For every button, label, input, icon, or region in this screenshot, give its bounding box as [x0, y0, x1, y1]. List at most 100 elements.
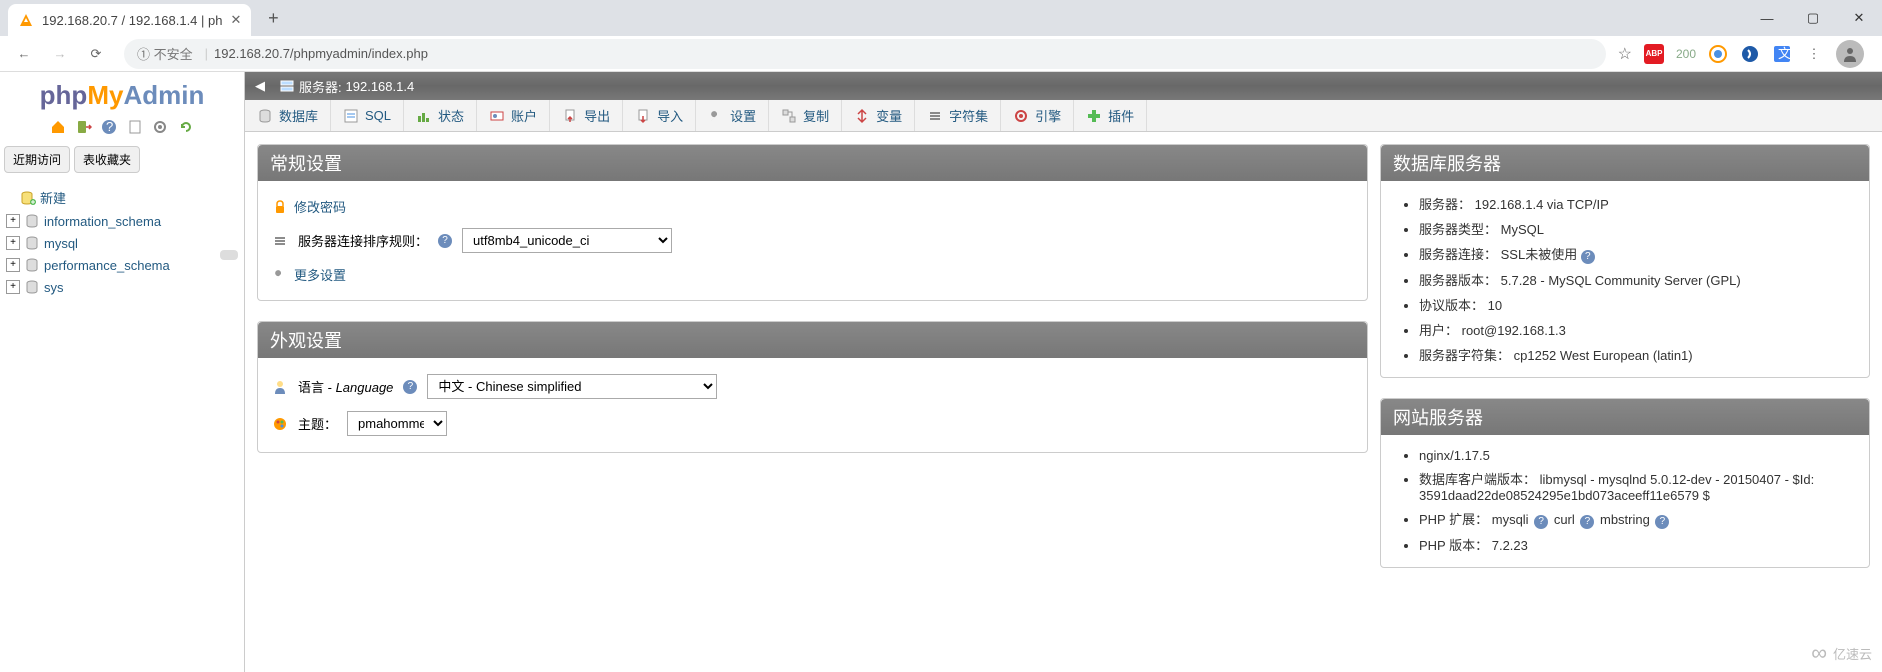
logout-icon[interactable] — [75, 119, 93, 137]
menu-replication[interactable]: 复制 — [769, 100, 842, 131]
db-item-information-schema[interactable]: + information_schema — [6, 210, 238, 232]
security-badge: ① 不安全 — [137, 44, 193, 63]
panel-heading: 外观设置 — [258, 322, 1367, 358]
general-settings-panel: 常规设置 修改密码 服务器连接排序规则： ? utf8mb4_unicode_c… — [257, 144, 1368, 301]
list-item: 服务器类型： MySQL — [1419, 216, 1855, 241]
adblock-icon[interactable]: ABP — [1644, 44, 1664, 64]
collation-select[interactable]: utf8mb4_unicode_ci — [462, 228, 672, 253]
menu-icon[interactable]: ⋮ — [1804, 44, 1824, 64]
menu-sql[interactable]: SQL — [331, 100, 404, 131]
home-icon[interactable] — [49, 119, 67, 137]
engine-icon — [1013, 108, 1029, 124]
panel-heading: 数据库服务器 — [1381, 145, 1869, 181]
list-item: 数据库客户端版本： libmysql - mysqlnd 5.0.12-dev … — [1419, 466, 1855, 506]
extension-count[interactable]: 200 — [1676, 44, 1696, 64]
tab-title: 192.168.20.7 / 192.168.1.4 | ph — [42, 13, 222, 28]
extension-icon-2[interactable] — [1740, 44, 1760, 64]
collation-row: 服务器连接排序规则： ? utf8mb4_unicode_ci — [272, 222, 1353, 259]
collation-icon — [272, 233, 288, 249]
db-item-sys[interactable]: + sys — [6, 276, 238, 298]
list-item: PHP 扩展： mysqli ? curl ? mbstring ? — [1419, 506, 1855, 532]
sql-docs-icon[interactable] — [126, 119, 144, 137]
docs-icon[interactable]: ? — [100, 119, 118, 137]
menu-charsets[interactable]: 字符集 — [915, 100, 1001, 131]
more-settings-link[interactable]: 更多设置 — [272, 259, 1353, 290]
list-item: PHP 版本： 7.2.23 — [1419, 532, 1855, 557]
main-content: ◀ 服务器: 192.168.1.4 数据库 SQL 状态 账户 导出 导入 设… — [245, 72, 1882, 672]
browser-chrome: 192.168.20.7 / 192.168.1.4 | ph ✕ + ― ▢ … — [0, 0, 1882, 72]
theme-select[interactable]: pmahomme — [347, 411, 447, 436]
theme-icon — [272, 416, 288, 432]
bookmark-icon[interactable]: ☆ — [1618, 44, 1632, 64]
logo[interactable]: phpMyAdmin — [0, 72, 244, 115]
menu-settings[interactable]: 设置 — [696, 100, 769, 131]
help-icon[interactable]: ? — [438, 234, 452, 248]
watermark: ∞ 亿速云 — [1811, 640, 1872, 666]
expand-icon[interactable]: + — [6, 280, 20, 294]
settings-icon[interactable] — [151, 119, 169, 137]
database-icon — [24, 213, 40, 229]
translate-icon[interactable]: 文 — [1772, 44, 1792, 64]
help-icon[interactable]: ? — [1581, 250, 1595, 264]
top-menu: 数据库 SQL 状态 账户 导出 导入 设置 复制 变量 字符集 引擎 插件 — [245, 100, 1882, 132]
list-item: 用户： root@192.168.1.3 — [1419, 317, 1855, 342]
collapse-sidebar-icon[interactable] — [220, 250, 238, 260]
maximize-button[interactable]: ▢ — [1790, 2, 1836, 34]
list-item: 服务器字符集： cp1252 West European (latin1) — [1419, 342, 1855, 367]
database-icon — [24, 257, 40, 273]
breadcrumb: ◀ 服务器: 192.168.1.4 — [245, 72, 1882, 100]
expand-crumb-icon[interactable]: ◀ — [255, 78, 273, 94]
new-tab-button[interactable]: + — [259, 4, 287, 32]
breadcrumb-server-link[interactable]: 192.168.1.4 — [346, 79, 415, 94]
help-icon[interactable]: ? — [1655, 515, 1669, 529]
expand-icon[interactable]: + — [6, 236, 20, 250]
tab-recent[interactable]: 近期访问 — [4, 146, 70, 173]
tab-bar: 192.168.20.7 / 192.168.1.4 | ph ✕ + ― ▢ … — [0, 0, 1882, 36]
list-item: 服务器连接： SSL未被使用 ? — [1419, 241, 1855, 267]
menu-variables[interactable]: 变量 — [842, 100, 915, 131]
extension-icon-1[interactable] — [1708, 44, 1728, 64]
panel-heading: 网站服务器 — [1381, 399, 1869, 435]
sql-icon — [343, 108, 359, 124]
database-icon — [24, 235, 40, 251]
menu-import[interactable]: 导入 — [623, 100, 696, 131]
menu-engines[interactable]: 引擎 — [1001, 100, 1074, 131]
db-item-mysql[interactable]: + mysql — [6, 232, 238, 254]
right-column: 数据库服务器 服务器： 192.168.1.4 via TCP/IP服务器类型：… — [1380, 144, 1870, 568]
menu-users[interactable]: 账户 — [477, 100, 550, 131]
language-select[interactable]: 中文 - Chinese simplified — [427, 374, 717, 399]
menu-databases[interactable]: 数据库 — [245, 100, 331, 131]
close-icon[interactable]: ✕ — [230, 12, 241, 28]
left-column: 常规设置 修改密码 服务器连接排序规则： ? utf8mb4_unicode_c… — [257, 144, 1368, 568]
import-icon — [635, 108, 651, 124]
help-icon[interactable]: ? — [1580, 515, 1594, 529]
db-item-performance-schema[interactable]: + performance_schema — [6, 254, 238, 276]
profile-avatar[interactable] — [1836, 40, 1864, 68]
plugin-icon — [1086, 108, 1102, 124]
tab-favorites[interactable]: 表收藏夹 — [74, 146, 140, 173]
sidebar-tabs: 近期访问 表收藏夹 — [0, 142, 244, 177]
back-button[interactable]: ← — [8, 38, 40, 70]
menu-plugins[interactable]: 插件 — [1074, 100, 1147, 131]
help-icon[interactable]: ? — [403, 380, 417, 394]
expand-icon[interactable]: + — [6, 214, 20, 228]
new-database-link[interactable]: 新建 — [6, 185, 238, 210]
menu-export[interactable]: 导出 — [550, 100, 623, 131]
window-controls: ― ▢ ✕ — [1744, 2, 1882, 34]
menu-status[interactable]: 状态 — [404, 100, 477, 131]
expand-icon[interactable]: + — [6, 258, 20, 272]
forward-button[interactable]: → — [44, 38, 76, 70]
minimize-button[interactable]: ― — [1744, 2, 1790, 34]
theme-row: 主题： pmahomme — [272, 405, 1353, 442]
variables-icon — [854, 108, 870, 124]
favicon-icon — [18, 12, 34, 28]
reload-button[interactable]: ⟳ — [80, 38, 112, 70]
change-password-link[interactable]: 修改密码 — [272, 191, 1353, 222]
reload-icon[interactable] — [177, 119, 195, 137]
help-icon[interactable]: ? — [1534, 515, 1548, 529]
close-window-button[interactable]: ✕ — [1836, 2, 1882, 34]
browser-tab[interactable]: 192.168.20.7 / 192.168.1.4 | ph ✕ — [8, 4, 251, 36]
svg-text:?: ? — [106, 119, 113, 134]
list-item: 服务器版本： 5.7.28 - MySQL Community Server (… — [1419, 267, 1855, 292]
url-input[interactable]: ① 不安全 | 192.168.20.7/phpmyadmin/index.ph… — [124, 39, 1606, 69]
